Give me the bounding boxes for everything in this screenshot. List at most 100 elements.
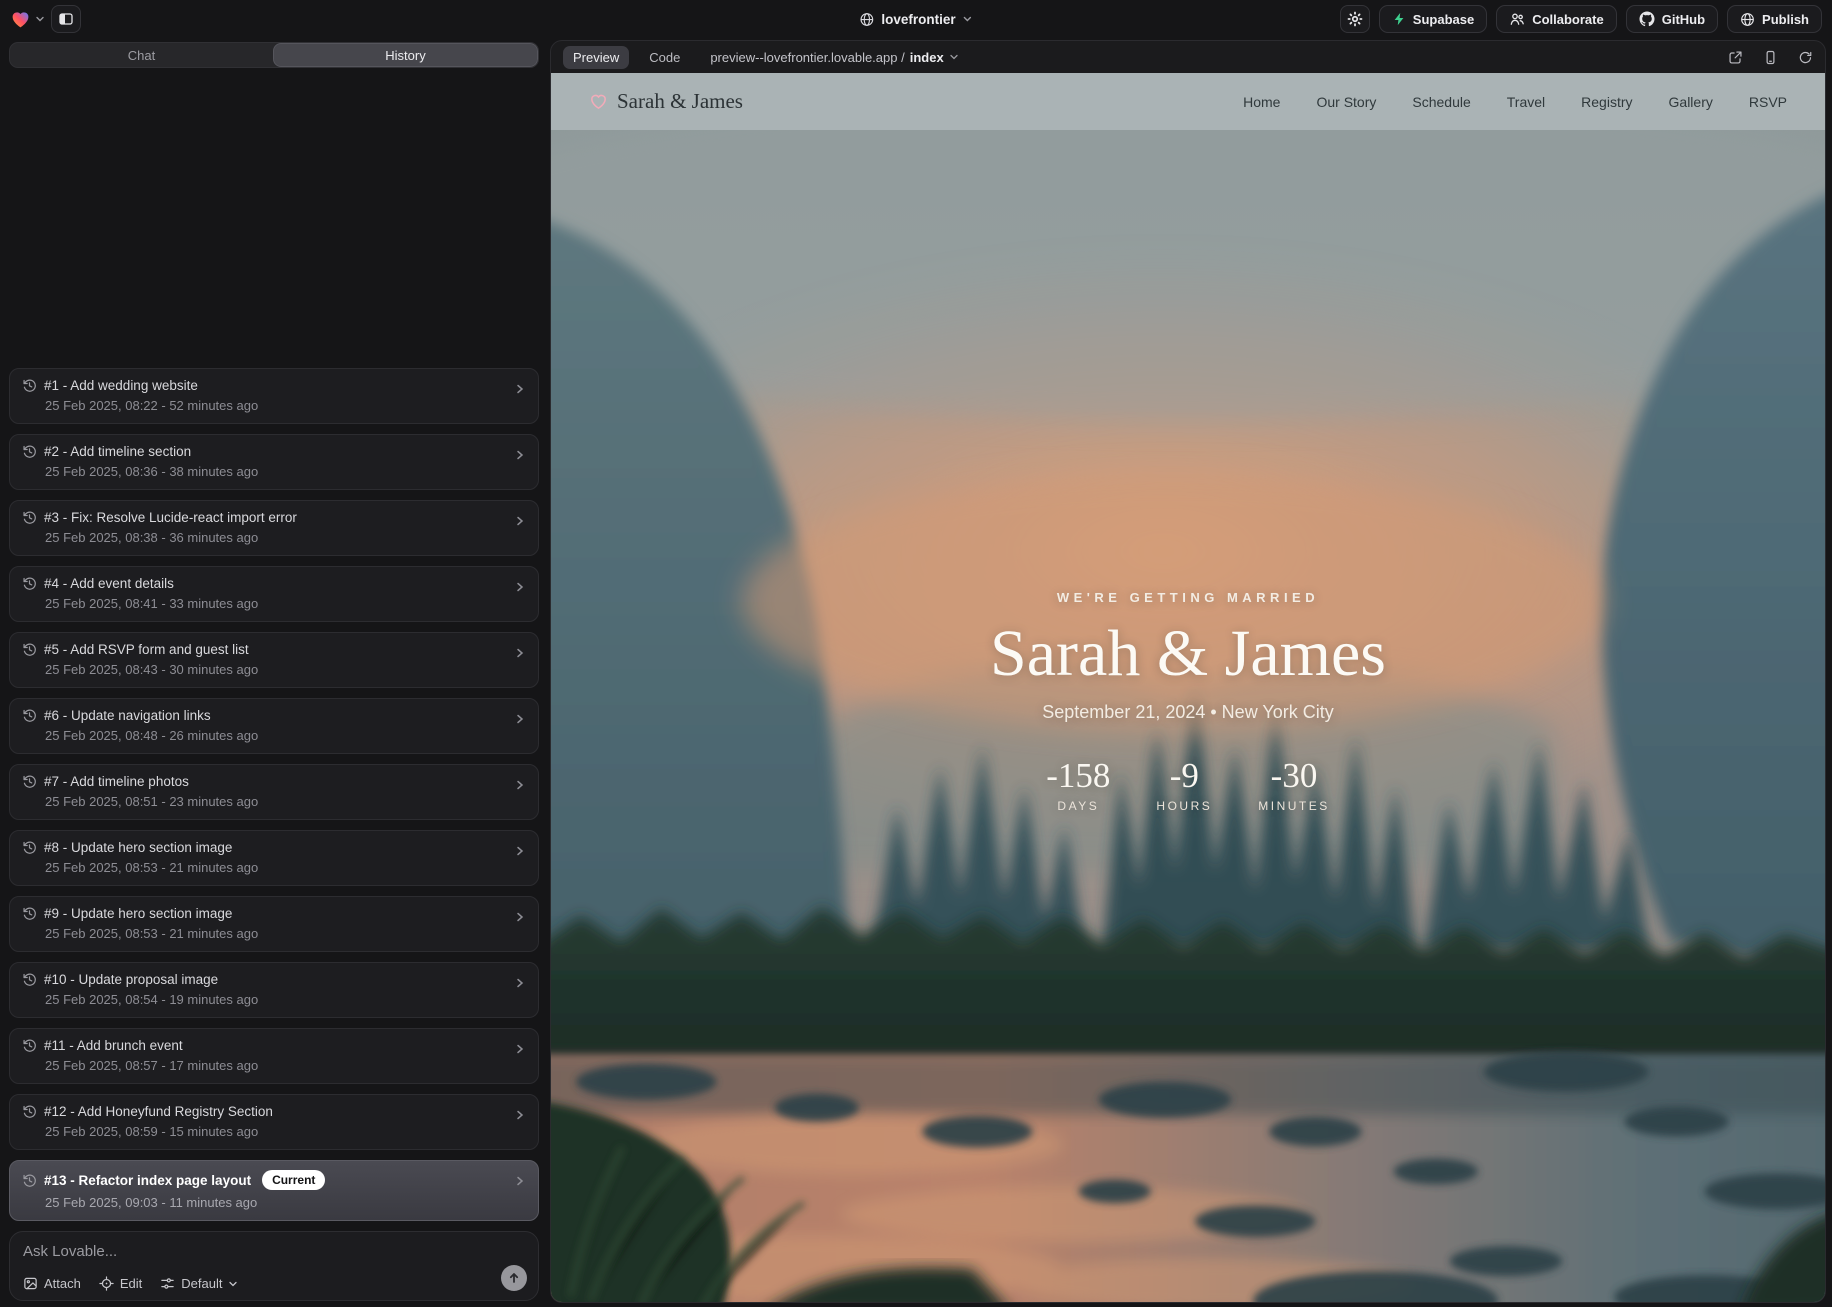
site-nav-link[interactable]: Home: [1243, 94, 1280, 110]
history-item-title: #11 - Add brunch event: [44, 1038, 183, 1053]
refresh-icon[interactable]: [1798, 50, 1813, 65]
preview-url[interactable]: preview--lovefrontier.lovable.app / inde…: [710, 50, 958, 65]
history-item-timestamp: 25 Feb 2025, 08:53 - 21 minutes ago: [45, 926, 526, 941]
history-item-title: #4 - Add event details: [44, 576, 174, 591]
history-item-title: #1 - Add wedding website: [44, 378, 198, 393]
chevron-right-icon[interactable]: [514, 779, 526, 791]
chevron-right-icon[interactable]: [514, 581, 526, 593]
history-item[interactable]: #9 - Update hero section image 25 Feb 20…: [9, 896, 539, 952]
panel-left-icon: [58, 11, 74, 27]
chevron-right-icon[interactable]: [514, 647, 526, 659]
chevron-right-icon[interactable]: [514, 1175, 526, 1187]
site-header: Sarah & James Home Our Story Schedule Trave…: [551, 73, 1825, 130]
publish-button[interactable]: Publish: [1727, 5, 1822, 33]
history-item[interactable]: #1 - Add wedding website 25 Feb 2025, 08…: [9, 368, 539, 424]
edit-target-icon: [99, 1276, 114, 1291]
history-item-timestamp: 25 Feb 2025, 08:41 - 33 minutes ago: [45, 596, 526, 611]
site-nav-link[interactable]: Schedule: [1412, 94, 1470, 110]
history-item[interactable]: #5 - Add RSVP form and guest list 25 Feb…: [9, 632, 539, 688]
mobile-view-icon[interactable]: [1763, 50, 1778, 65]
tab-history[interactable]: History: [273, 43, 538, 67]
send-button[interactable]: [501, 1265, 527, 1291]
history-icon: [22, 378, 37, 393]
tab-preview[interactable]: Preview: [563, 46, 629, 69]
site-nav-link[interactable]: Our Story: [1316, 94, 1376, 110]
chevron-right-icon[interactable]: [514, 1043, 526, 1055]
sidebar-toggle-button[interactable]: [51, 5, 81, 33]
history-item-timestamp: 25 Feb 2025, 08:38 - 36 minutes ago: [45, 530, 526, 545]
chevron-down-icon: [35, 14, 45, 24]
chevron-right-icon[interactable]: [514, 1109, 526, 1121]
chevron-right-icon[interactable]: [514, 911, 526, 923]
publish-globe-icon: [1740, 12, 1755, 27]
history-item[interactable]: #11 - Add brunch event 25 Feb 2025, 08:5…: [9, 1028, 539, 1084]
project-switcher[interactable]: lovefrontier: [859, 12, 972, 27]
history-item-title: #9 - Update hero section image: [44, 906, 232, 921]
history-item[interactable]: #12 - Add Honeyfund Registry Section 25 …: [9, 1094, 539, 1150]
preview-panel: Preview Code preview--lovefrontier.lovab…: [550, 40, 1826, 1303]
history-icon: [22, 906, 37, 921]
site-nav-link[interactable]: Gallery: [1669, 94, 1713, 110]
history-icon: [22, 1104, 37, 1119]
chevron-right-icon[interactable]: [514, 449, 526, 461]
history-item-timestamp: 25 Feb 2025, 08:43 - 30 minutes ago: [45, 662, 526, 677]
mode-selector[interactable]: Default: [160, 1276, 238, 1291]
history-item[interactable]: #10 - Update proposal image 25 Feb 2025,…: [9, 962, 539, 1018]
history-icon: [22, 576, 37, 591]
history-item[interactable]: #2 - Add timeline section 25 Feb 2025, 0…: [9, 434, 539, 490]
lovable-logo-menu[interactable]: [10, 9, 45, 30]
chevron-right-icon[interactable]: [514, 845, 526, 857]
chevron-right-icon[interactable]: [514, 713, 526, 725]
hero-title: Sarah & James: [808, 617, 1568, 691]
countdown-label: HOURS: [1156, 799, 1212, 813]
chevron-right-icon[interactable]: [514, 977, 526, 989]
history-item-title: #3 - Fix: Resolve Lucide-react import er…: [44, 510, 297, 525]
site-brand[interactable]: Sarah & James: [589, 89, 743, 114]
history-icon: [22, 1038, 37, 1053]
current-badge: Current: [262, 1170, 325, 1190]
composer-placeholder[interactable]: Ask Lovable...: [23, 1243, 525, 1260]
sliders-icon: [160, 1276, 175, 1291]
tab-chat[interactable]: Chat: [10, 43, 273, 67]
collaborate-button[interactable]: Collaborate: [1496, 5, 1617, 33]
countdown-value: -158: [1046, 756, 1110, 796]
history-item[interactable]: #8 - Update hero section image 25 Feb 20…: [9, 830, 539, 886]
chevron-right-icon[interactable]: [514, 515, 526, 527]
chevron-down-icon: [963, 14, 973, 24]
gear-icon: [1347, 11, 1363, 27]
project-name: lovefrontier: [881, 12, 955, 27]
countdown-label: DAYS: [1046, 799, 1110, 813]
history-item[interactable]: #4 - Add event details 25 Feb 2025, 08:4…: [9, 566, 539, 622]
chevron-right-icon[interactable]: [514, 383, 526, 395]
history-icon: [22, 510, 37, 525]
prompt-composer[interactable]: Ask Lovable... Attach Edit Default: [9, 1231, 539, 1301]
supabase-button[interactable]: Supabase: [1379, 5, 1487, 33]
history-item-title: #13 - Refactor index page layout: [44, 1173, 251, 1188]
history-item[interactable]: #3 - Fix: Resolve Lucide-react import er…: [9, 500, 539, 556]
site-nav-link[interactable]: Registry: [1581, 94, 1632, 110]
chevron-down-icon: [228, 1279, 238, 1289]
preview-url-base: preview--lovefrontier.lovable.app /: [710, 50, 904, 65]
open-external-icon[interactable]: [1728, 50, 1743, 65]
site-nav-links: Home Our Story Schedule Travel Registry Galle…: [1243, 94, 1787, 110]
history-item-title: #7 - Add timeline photos: [44, 774, 189, 789]
history-icon: [22, 972, 37, 987]
hero-eyebrow: WE'RE GETTING MARRIED: [808, 590, 1568, 605]
attach-button[interactable]: Attach: [23, 1276, 81, 1291]
github-button[interactable]: GitHub: [1626, 5, 1718, 33]
chevron-down-icon: [949, 52, 959, 62]
site-brand-name: Sarah & James: [617, 89, 743, 114]
edit-button[interactable]: Edit: [99, 1276, 142, 1291]
history-item[interactable]: #13 - Refactor index page layout Current…: [9, 1160, 539, 1221]
history-item[interactable]: #6 - Update navigation links 25 Feb 2025…: [9, 698, 539, 754]
github-icon: [1639, 11, 1655, 27]
history-item[interactable]: #7 - Add timeline photos 25 Feb 2025, 08…: [9, 764, 539, 820]
countdown-unit: -30 MINUTES: [1258, 756, 1330, 813]
history-item-timestamp: 25 Feb 2025, 08:22 - 52 minutes ago: [45, 398, 526, 413]
site-nav-link[interactable]: RSVP: [1749, 94, 1787, 110]
tab-code[interactable]: Code: [639, 46, 690, 69]
heart-outline-icon: [589, 92, 608, 111]
settings-button[interactable]: [1340, 5, 1370, 33]
hero-date-location: September 21, 2024 • New York City: [808, 702, 1568, 723]
site-nav-link[interactable]: Travel: [1507, 94, 1545, 110]
